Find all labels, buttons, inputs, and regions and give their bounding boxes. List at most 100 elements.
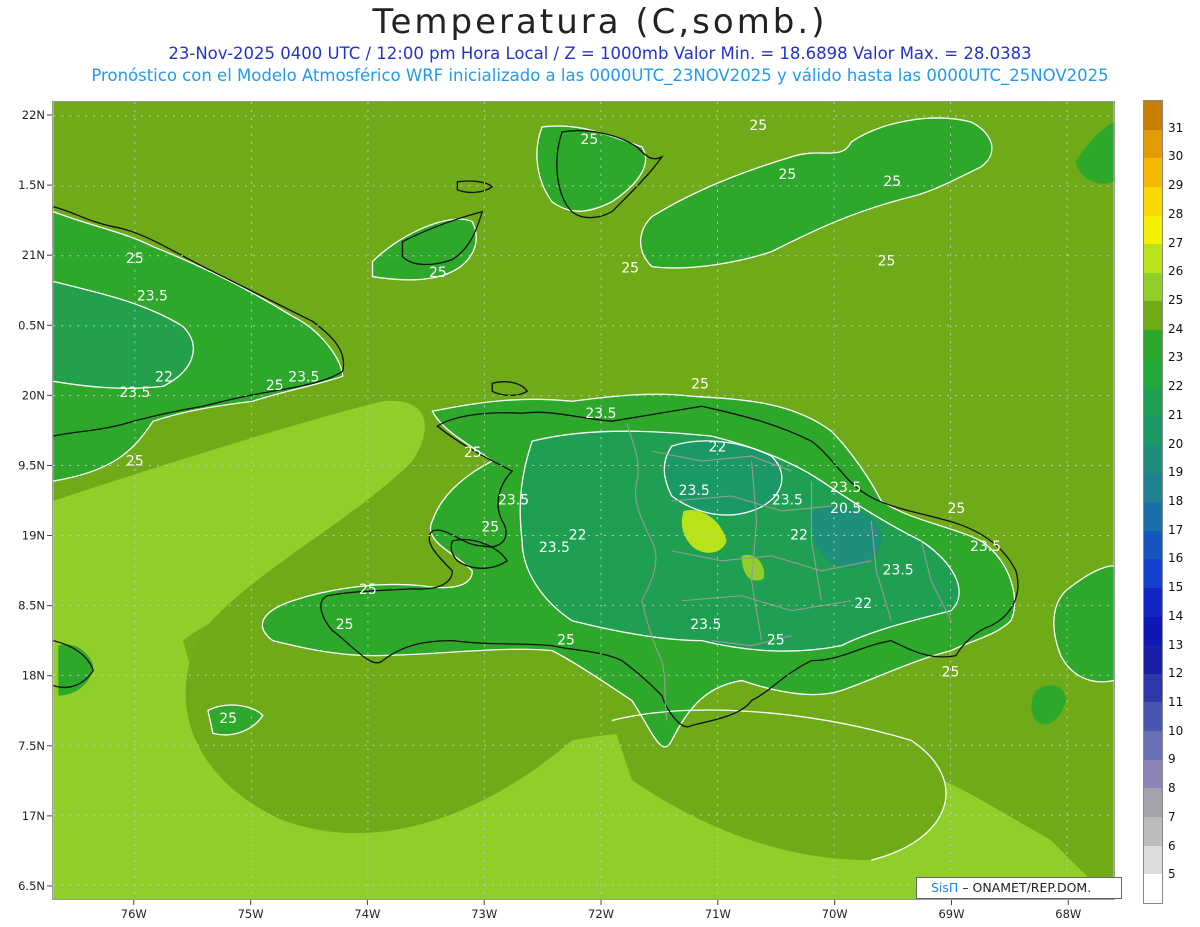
colorbar-cell: [1144, 473, 1162, 502]
contour-value-label: 25: [942, 665, 960, 681]
contour-value-label: 23.5: [119, 385, 150, 401]
contour-value-label: 25: [429, 265, 447, 281]
colorbar-cell: [1144, 702, 1162, 732]
colorbar-cell: [1144, 645, 1162, 674]
colorbar-level-label: 25: [1168, 293, 1184, 307]
colorbar-cell: [1144, 444, 1162, 474]
contour-value-label: 25: [464, 445, 482, 461]
colorbar-cell: [1144, 129, 1162, 159]
colorbar-level-label: 13: [1168, 637, 1184, 652]
lat-tick-label: 6.5N: [18, 879, 45, 893]
lon-tick-label: 72W: [588, 907, 614, 921]
colorbar-level-label: 28: [1168, 206, 1184, 221]
contour-value-label: 25: [691, 377, 709, 393]
lon-tick-label: 76W: [121, 907, 147, 921]
contour-value-label: 23.5: [679, 483, 710, 499]
lat-tick-label: 17N: [22, 809, 45, 823]
contour-value-label: 25: [266, 378, 284, 394]
colorbar-level-label: 9: [1168, 752, 1176, 767]
contour-value-label: 20.5: [830, 501, 861, 517]
colorbar-level-label: 14: [1168, 608, 1184, 623]
contour-value-label: 25: [883, 174, 901, 190]
contour-value-label: 22: [709, 440, 727, 456]
colorbar-level-label: 18: [1168, 494, 1184, 508]
colorbar-cell: [1144, 330, 1162, 359]
contour-value-label: 23.5: [137, 289, 168, 305]
colorbar-cell: [1144, 501, 1162, 531]
contour-value-label: 25: [557, 633, 575, 649]
colorbar-level-label: 7: [1168, 809, 1176, 824]
colorbar-level-label: 24: [1168, 321, 1184, 336]
lat-tick-label: 8.5N: [18, 599, 45, 613]
colorbar-level-label: 10: [1168, 723, 1184, 738]
contour-value-label: 25: [621, 261, 639, 277]
lat-tick-label: 18N: [22, 669, 45, 683]
colorbar-level-label: 21: [1168, 407, 1184, 422]
lon-tick-label: 73W: [471, 907, 497, 921]
contour-value-label: 25: [580, 132, 598, 148]
forecast-time-and-range: 23-Nov-2025 0400 UTC / 12:00 pm Hora Loc…: [168, 44, 1032, 63]
colorbar-cell: [1144, 587, 1162, 617]
contour-value-label: 25: [767, 633, 785, 649]
contour-value-label: 25: [219, 711, 237, 727]
lon-tick-label: 75W: [238, 907, 264, 921]
colorbar-level-label: 26: [1168, 264, 1184, 279]
colorbar-level-label: 27: [1168, 235, 1184, 250]
lat-tick-label: 1.5N: [18, 178, 45, 192]
model-run-info: Pronóstico con el Modelo Atmosférico WRF…: [91, 66, 1109, 85]
lat-tick-label: 7.5N: [18, 739, 45, 753]
contour-value-label: 25: [878, 254, 896, 270]
contour-value-label: 23.5: [772, 493, 803, 509]
colorbar-cell: [1144, 101, 1162, 130]
colorbar-cell: [1144, 530, 1162, 560]
colorbar-cell: [1144, 845, 1162, 875]
temperature-colorbar: [1143, 100, 1163, 904]
sistpi-logo-text: SisΠ: [931, 880, 959, 895]
lon-tick-label: 69W: [938, 907, 964, 921]
colorbar-cell: [1144, 186, 1162, 216]
colorbar-cell: [1144, 731, 1162, 760]
contour-value-label: 25: [359, 582, 377, 598]
temperature-map: 25 25 25 25 25 25 25 25 23.5 22 23.5 25 23.5 25 25 23.5…: [52, 101, 1115, 900]
contour-value-label: 25: [779, 167, 797, 183]
colorbar-level-label: 8: [1168, 781, 1176, 796]
colorbar-cell: [1144, 788, 1162, 818]
map-title: Temperatura (C,somb.): [372, 2, 828, 42]
colorbar-cell: [1144, 215, 1162, 245]
colorbar-cell: [1144, 559, 1162, 588]
contour-value-label: 25: [947, 501, 965, 517]
colorbar-cell: [1144, 416, 1162, 445]
colorbar-cell: [1144, 158, 1162, 187]
contour-value-label: 23.5: [690, 617, 721, 633]
colorbar-cell: [1144, 358, 1162, 388]
colorbar-level-label: 5: [1168, 867, 1176, 882]
colorbar-cell: [1144, 759, 1162, 789]
colorbar-level-label: 31: [1168, 120, 1184, 135]
lat-tick-label: 9.5N: [18, 458, 45, 472]
colorbar-level-label: 19: [1168, 465, 1184, 480]
contour-value-label: 22: [155, 370, 173, 386]
colorbar-cell: [1144, 387, 1162, 417]
credit-box: SisΠ – ONAMET/REP.DOM.: [916, 877, 1122, 899]
colorbar-cell: [1144, 244, 1162, 273]
lat-tick-label: 0.5N: [18, 318, 45, 332]
contour-value-label: 25: [336, 617, 354, 633]
contour-value-label: 23.5: [498, 493, 529, 509]
lon-tick-label: 74W: [354, 907, 380, 921]
colorbar-cell: [1144, 817, 1162, 846]
contour-value-label: 22: [569, 528, 587, 544]
colorbar-level-label: 22: [1168, 379, 1184, 394]
colorbar-level-label: 6: [1168, 838, 1176, 853]
lon-tick-label: 68W: [1055, 907, 1081, 921]
colorbar-level-label: 29: [1168, 178, 1184, 193]
contour-value-label: 25: [481, 519, 499, 535]
lat-tick-label: 19N: [22, 529, 45, 543]
contour-value-label: 25: [749, 118, 767, 134]
colorbar-level-label: 15: [1168, 580, 1184, 595]
lat-tick-label: 20N: [22, 388, 45, 402]
colorbar-cell: [1144, 874, 1162, 903]
contour-value-label: 23.5: [585, 406, 616, 422]
colorbar-level-label: 16: [1168, 551, 1184, 566]
contour-value-label: 23.5: [970, 539, 1001, 555]
colorbar-cell: [1144, 301, 1162, 331]
